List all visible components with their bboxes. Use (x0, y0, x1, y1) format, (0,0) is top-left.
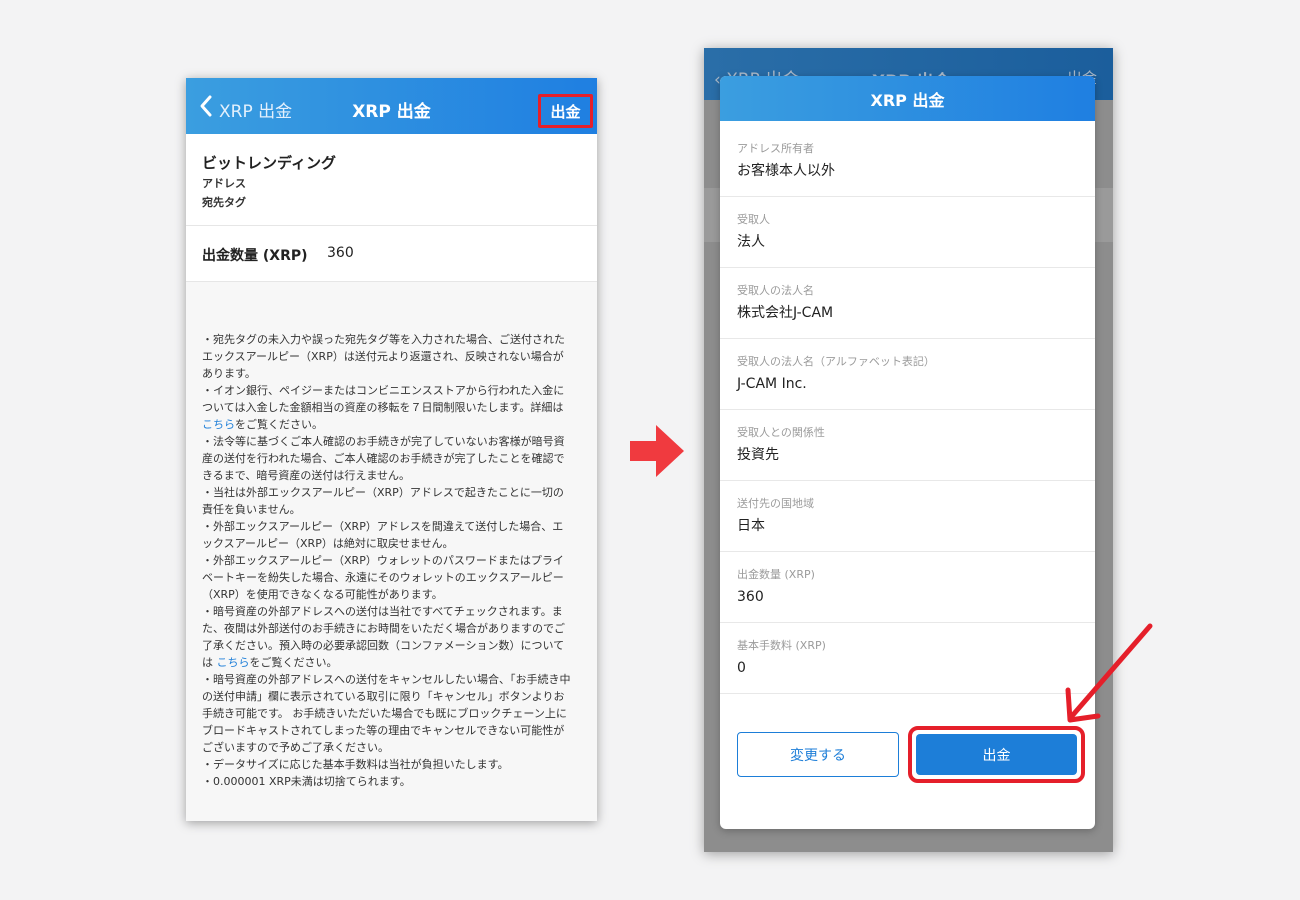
withdraw-screen: XRP 出金 XRP 出金 出金 ビットレンディング アドレス 宛先タグ 出金数… (186, 78, 597, 821)
modal-title: XRP 出金 (720, 76, 1095, 121)
field-value: 360 (737, 589, 764, 605)
field-address-owner: アドレス所有者 お客様本人以外 (720, 126, 1095, 197)
note-item: ・宛先タグの未入力や誤った宛先タグ等を入力された場合、ご送付されたエックスアール… (202, 333, 565, 380)
field-label: 出金数量 (XRP) (737, 568, 815, 581)
field-value: 日本 (737, 518, 765, 534)
note-item: ・外部エックスアールピー（XRP）アドレスを間違えて送付した場合、エックスアール… (202, 520, 564, 550)
note-item: ・0.000001 XRP未満は切捨てられます。 (202, 775, 411, 788)
destination-name: ビットレンディング (202, 154, 336, 172)
field-base-fee: 基本手数料 (XRP) 0 (720, 623, 1095, 694)
field-label: 受取人との関係性 (737, 426, 825, 439)
field-label: 基本手数料 (XRP) (737, 639, 826, 652)
field-value: 投資先 (737, 447, 779, 463)
destination-info: ビットレンディング アドレス 宛先タグ (186, 134, 597, 226)
destination-tag-label: 宛先タグ (202, 196, 246, 209)
field-relationship: 受取人との関係性 投資先 (720, 410, 1095, 481)
amount-row: 出金数量 (XRP) 360 (186, 226, 597, 282)
pointer-arrow-icon (1065, 623, 1153, 723)
note-item: ・暗号資産の外部アドレスへの送付をキャンセルしたい場合、「お手続き中の送付申請」… (202, 673, 571, 754)
details-link[interactable]: こちら (217, 656, 250, 669)
field-value: J-CAM Inc. (737, 376, 807, 392)
field-label: 受取人 (737, 213, 770, 226)
field-label: 送付先の国地域 (737, 497, 814, 510)
note-text: ・イオン銀行、ペイジーまたはコンビニエンスストアから行われた入金については入金し… (202, 384, 565, 431)
confirm-modal: XRP 出金 アドレス所有者 お客様本人以外 受取人 法人 受取人の法人名 株式… (720, 76, 1095, 829)
note-text: ・暗号資産の外部アドレスへの送付は当社ですべてチェックされます。また、夜間は外部… (202, 605, 565, 669)
field-value: 株式会社J-CAM (737, 305, 834, 321)
arrow-right-icon (630, 425, 684, 477)
note-item-with-link: ・暗号資産の外部アドレスへの送付は当社ですべてチェックされます。また、夜間は外部… (202, 603, 574, 671)
confirm-screen: ‹ XRP 出金 XRP 出金 出金 XRP 出金 アドレス所有者 お客様本人以… (704, 48, 1113, 852)
amount-value: 360 (327, 245, 354, 261)
field-label: アドレス所有者 (737, 142, 814, 155)
field-label: 受取人の法人名 (737, 284, 814, 297)
notes-list: ・宛先タグの未入力や誤った宛先タグ等を入力された場合、ご送付されたエックスアール… (202, 331, 574, 790)
withdraw-button[interactable]: 出金 (916, 734, 1077, 775)
field-amount: 出金数量 (XRP) 360 (720, 552, 1095, 623)
note-item: ・当社は外部エックスアールピー（XRP）アドレスで起きたことに一切の責任を負いま… (202, 486, 564, 516)
field-label: 受取人の法人名（アルファベット表記） (737, 355, 935, 368)
page-title: XRP 出金 (352, 102, 431, 122)
field-value: 法人 (737, 234, 765, 250)
amount-label: 出金数量 (XRP) (202, 248, 308, 264)
note-item: ・法令等に基づくご本人確認のお手続きが完了していないお客様が暗号資産の送付を行わ… (202, 435, 565, 482)
field-corporate-name: 受取人の法人名 株式会社J-CAM (720, 268, 1095, 339)
highlight-frame: 出金 (908, 726, 1085, 783)
change-button[interactable]: 変更する (737, 732, 899, 777)
note-item: ・データサイズに応じた基本手数料は当社が負担いたします。 (202, 758, 509, 771)
withdraw-nav-button[interactable]: 出金 (538, 94, 593, 128)
field-recipient: 受取人 法人 (720, 197, 1095, 268)
field-value: お客様本人以外 (737, 163, 835, 179)
note-item-with-link: ・イオン銀行、ペイジーまたはコンビニエンスストアから行われた入金については入金し… (202, 382, 574, 433)
field-value: 0 (737, 660, 746, 676)
field-country: 送付先の国地域 日本 (720, 481, 1095, 552)
address-label: アドレス (202, 177, 246, 190)
details-link[interactable]: こちら (202, 418, 235, 431)
note-item: ・外部エックスアールピー（XRP）ウォレットのパスワードまたはプライベートキーを… (202, 554, 564, 601)
nav-bar: XRP 出金 XRP 出金 出金 (186, 78, 597, 134)
field-corporate-name-alphabet: 受取人の法人名（アルファベット表記） J-CAM Inc. (720, 339, 1095, 410)
confirm-field-list: アドレス所有者 お客様本人以外 受取人 法人 受取人の法人名 株式会社J-CAM… (720, 126, 1095, 694)
